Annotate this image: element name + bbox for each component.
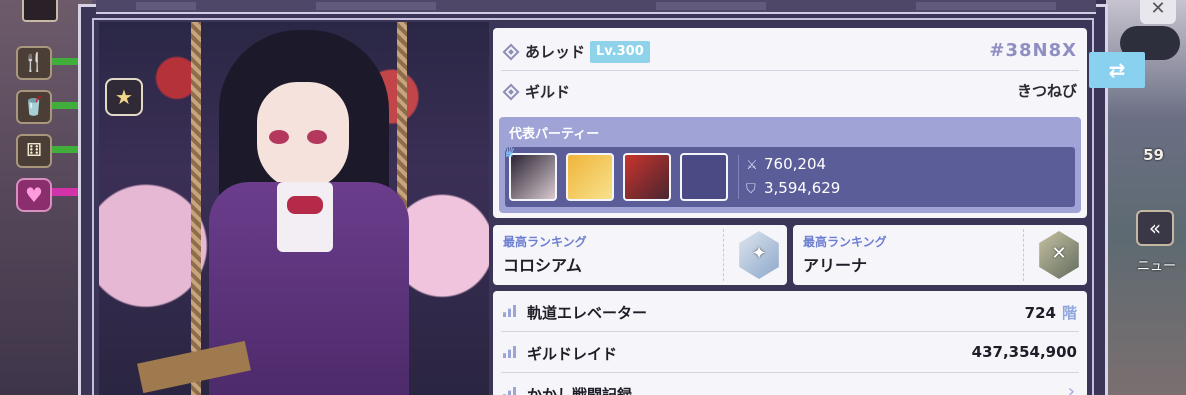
dice-icon[interactable]: ⚅	[16, 134, 52, 168]
representative-party: 代表パーティー ♛ ⚔ 760,204 ⛉ 3,594,629	[499, 117, 1081, 213]
ranking-mode: コロシアム	[503, 256, 582, 275]
level-badge: Lv.300	[590, 41, 650, 63]
arena-emblem-icon: ✕	[1039, 231, 1079, 279]
divider	[501, 70, 1079, 71]
name-diamond-icon	[502, 43, 520, 61]
dashed-divider	[1023, 229, 1024, 281]
dashed-divider	[723, 229, 724, 281]
colosseum-ranking-card[interactable]: 最高ランキング コロシアム ✦	[493, 225, 787, 285]
profile-card: あレッド Lv.300 #38N8X ギルド きつねび 代表パーティー ♛ ⚔ …	[493, 28, 1087, 218]
party-title: 代表パーティー	[509, 127, 600, 142]
bar-chart-icon	[503, 346, 517, 358]
heart-icon[interactable]: ♥	[16, 178, 52, 212]
party-member-2[interactable]	[566, 153, 614, 201]
bar-chart-icon	[503, 387, 517, 395]
drink-icon[interactable]: 🥤	[16, 90, 52, 124]
hud-timer-fragment: 59	[1143, 146, 1164, 164]
player-id[interactable]: #38N8X	[989, 40, 1077, 61]
shield-icon: ⛉	[746, 182, 756, 197]
party-member-1[interactable]: ♛	[503, 145, 557, 201]
defense-power-value: 3,594,629	[764, 179, 841, 197]
colosseum-emblem-icon: ✦	[739, 231, 779, 279]
character-collar	[277, 182, 333, 252]
character-illustration: ★	[99, 22, 489, 395]
party-strip: ♛ ⚔ 760,204 ⛉ 3,594,629	[503, 145, 1075, 207]
ranking-title: 最高ランキング	[803, 235, 887, 249]
record-label: 軌道エレベーター	[527, 304, 648, 322]
ranking-mode: アリーナ	[803, 256, 868, 275]
record-value: 724 階	[1024, 304, 1077, 322]
game-screen: 🍴 🥤 ⚅ ♥ ✕ 59 « ニュー ★ ⇄ あレッド Lv.300 #38N8…	[0, 0, 1186, 395]
party-divider	[738, 155, 739, 199]
guild-label: ギルド	[525, 83, 571, 101]
player-name: あレッド	[525, 43, 586, 61]
ranking-title: 最高ランキング	[503, 235, 587, 249]
list-item[interactable]: 軌道エレベーター 724 階	[493, 291, 1087, 331]
swap-arrows-icon[interactable]: ⇄	[1089, 52, 1145, 88]
crossed-swords-icon: ⚔	[746, 158, 758, 173]
profile-info-panel: あレッド Lv.300 #38N8X ギルド きつねび 代表パーティー ♛ ⚔ …	[493, 28, 1087, 395]
character-eye-left	[269, 130, 289, 144]
list-item[interactable]: かかし戦闘記録 ›	[493, 373, 1087, 395]
character-eye-right	[307, 130, 327, 144]
bar-chart-icon	[503, 305, 517, 317]
chevron-right-icon[interactable]: ›	[1068, 381, 1075, 395]
leader-crown-icon: ♛	[503, 145, 516, 161]
menu-label: ニュー	[1136, 259, 1176, 274]
guild-name[interactable]: きつねび	[1017, 80, 1077, 101]
record-value: 437,354,900	[971, 343, 1077, 361]
guild-diamond-icon	[502, 83, 520, 101]
arena-ranking-card[interactable]: 最高ランキング アリーナ ✕	[793, 225, 1087, 285]
combat-power-stat: ⚔ 760,204	[746, 155, 826, 173]
swing-rope-left	[191, 22, 201, 395]
combat-power-value: 760,204	[764, 155, 827, 173]
close-icon[interactable]: ✕	[1140, 0, 1176, 24]
badge-star-icon[interactable]: ★	[105, 78, 143, 116]
frame-top-decoration	[96, 0, 1096, 14]
food-icon[interactable]: 🍴	[16, 46, 52, 80]
list-item[interactable]: ギルドレイド 437,354,900	[493, 332, 1087, 372]
record-label: かかし戦闘記録	[527, 386, 633, 395]
character-bow	[287, 196, 323, 214]
party-member-4-empty[interactable]	[680, 153, 728, 201]
records-list: 軌道エレベーター 724 階 ギルドレイド 437,354,900 かかし戦闘記録…	[493, 291, 1087, 395]
defense-power-stat: ⛉ 3,594,629	[746, 179, 840, 197]
menu-chevron-icon[interactable]: «	[1136, 210, 1174, 246]
player-avatar[interactable]	[22, 0, 58, 22]
record-label: ギルドレイド	[527, 345, 618, 363]
party-member-3[interactable]	[623, 153, 671, 201]
